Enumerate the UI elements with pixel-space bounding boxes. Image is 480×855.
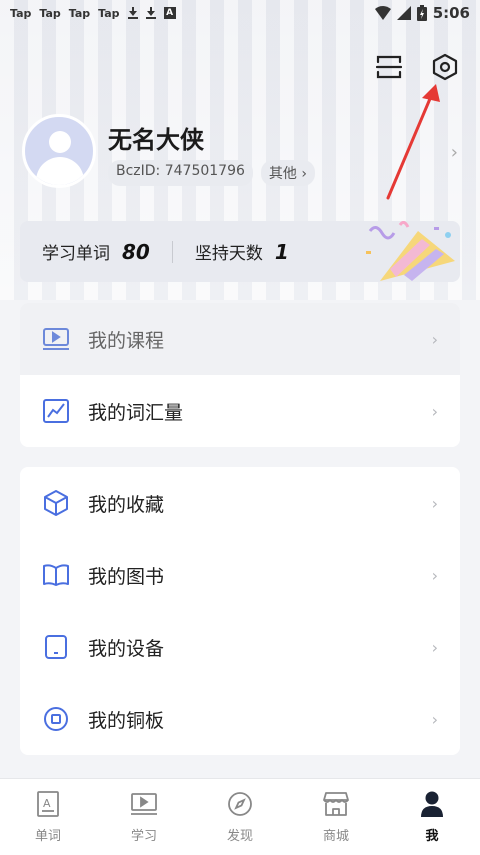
chevron-right-icon: › xyxy=(431,637,438,657)
tab-label: 我 xyxy=(425,829,439,844)
profile-tags: BczID: 747501796 其他 › xyxy=(108,160,315,186)
menu-item-label: 我的设备 xyxy=(88,637,165,660)
menu-item-label: 我的课程 xyxy=(88,329,165,352)
store-icon xyxy=(321,789,351,819)
menu-item-my-favorites[interactable]: 我的收藏 › xyxy=(20,467,460,539)
scan-icon xyxy=(376,55,402,79)
chart-icon xyxy=(42,397,70,425)
status-time: 5:06 xyxy=(432,4,470,22)
study-icon xyxy=(129,789,159,819)
settings-icon xyxy=(432,53,458,81)
book-icon xyxy=(42,561,70,589)
menu-item-my-vocabulary[interactable]: 我的词汇量 › xyxy=(20,375,460,447)
device-icon xyxy=(42,633,70,661)
words-value: 80 xyxy=(122,239,150,264)
tab-store[interactable]: 商城 xyxy=(288,779,384,855)
tab-study[interactable]: 学习 xyxy=(96,779,192,855)
tab-words[interactable]: A 单词 xyxy=(0,779,96,855)
days-value: 1 xyxy=(274,239,289,264)
other-button[interactable]: 其他 › xyxy=(260,160,315,186)
tab-label: 学习 xyxy=(130,829,157,844)
tab-discover[interactable]: 发现 xyxy=(192,779,288,855)
tap-indicator: Tap xyxy=(10,6,32,20)
video-lesson-icon xyxy=(42,325,70,353)
menu-card-primary: 我的课程 › 我的词汇量 › xyxy=(20,303,460,447)
tab-label: 商城 xyxy=(322,829,349,844)
person-icon xyxy=(417,789,447,819)
menu-item-label: 我的收藏 xyxy=(88,493,165,516)
days-label: 坚持天数 xyxy=(194,244,263,264)
other-label: 其他 xyxy=(268,166,297,182)
party-popper-icon xyxy=(366,221,455,281)
menu-item-label: 我的铜板 xyxy=(88,709,165,732)
menu-item-label: 我的图书 xyxy=(88,565,165,588)
download-icon xyxy=(127,7,138,19)
cube-icon xyxy=(42,489,70,517)
tap-indicator: Tap xyxy=(68,6,91,20)
word-card-icon: A xyxy=(33,789,63,819)
coin-icon xyxy=(42,705,70,733)
bcz-id-badge: BczID: 747501796 xyxy=(108,160,253,186)
compass-icon xyxy=(225,789,255,819)
settings-button[interactable] xyxy=(430,52,460,82)
chevron-right-icon: › xyxy=(431,401,438,421)
download-icon xyxy=(145,7,156,19)
stats-panel: 学习单词 80 坚持天数 1 xyxy=(20,221,460,282)
chevron-right-icon: › xyxy=(431,493,438,513)
menu-item-my-books[interactable]: 我的图书 › xyxy=(20,539,460,611)
battery-icon xyxy=(416,5,427,21)
tab-me[interactable]: 我 xyxy=(384,779,480,855)
a-icon: A xyxy=(163,7,176,19)
scan-button[interactable] xyxy=(374,52,404,82)
status-bar: Tap Tap Tap Tap A 5:06 xyxy=(0,0,480,26)
tab-label: 发现 xyxy=(226,829,253,844)
tab-label: 单词 xyxy=(34,829,61,844)
menu-item-my-courses[interactable]: 我的课程 › xyxy=(20,303,460,375)
tap-indicator: Tap xyxy=(39,6,61,20)
wifi-icon xyxy=(374,6,391,20)
tap-indicator: Tap xyxy=(98,6,120,20)
header-actions xyxy=(374,52,460,82)
user-name: 无名大侠 xyxy=(108,126,204,154)
bottom-tab-bar: A 单词 学习 发现 商城 我 xyxy=(0,778,480,855)
words-label: 学习单词 xyxy=(42,244,110,264)
chevron-right-icon: › xyxy=(450,142,458,163)
chevron-right-icon: › xyxy=(301,166,307,182)
menu-card-secondary: 我的收藏 › 我的图书 › 我的设备 › 我的铜板 › xyxy=(20,467,460,755)
avatar[interactable] xyxy=(22,114,96,188)
menu-item-my-devices[interactable]: 我的设备 › xyxy=(20,611,460,683)
chevron-right-icon: › xyxy=(431,329,438,349)
menu-item-label: 我的词汇量 xyxy=(88,401,184,424)
divider xyxy=(171,240,173,263)
profile-section[interactable]: 无名大侠 BczID: 747501796 其他 › › xyxy=(22,114,462,190)
menu-item-my-coins[interactable]: 我的铜板 › xyxy=(20,683,460,755)
chevron-right-icon: › xyxy=(431,565,438,585)
svg-text:A: A xyxy=(43,797,51,810)
chevron-right-icon: › xyxy=(431,709,438,729)
signal-icon xyxy=(396,6,411,20)
